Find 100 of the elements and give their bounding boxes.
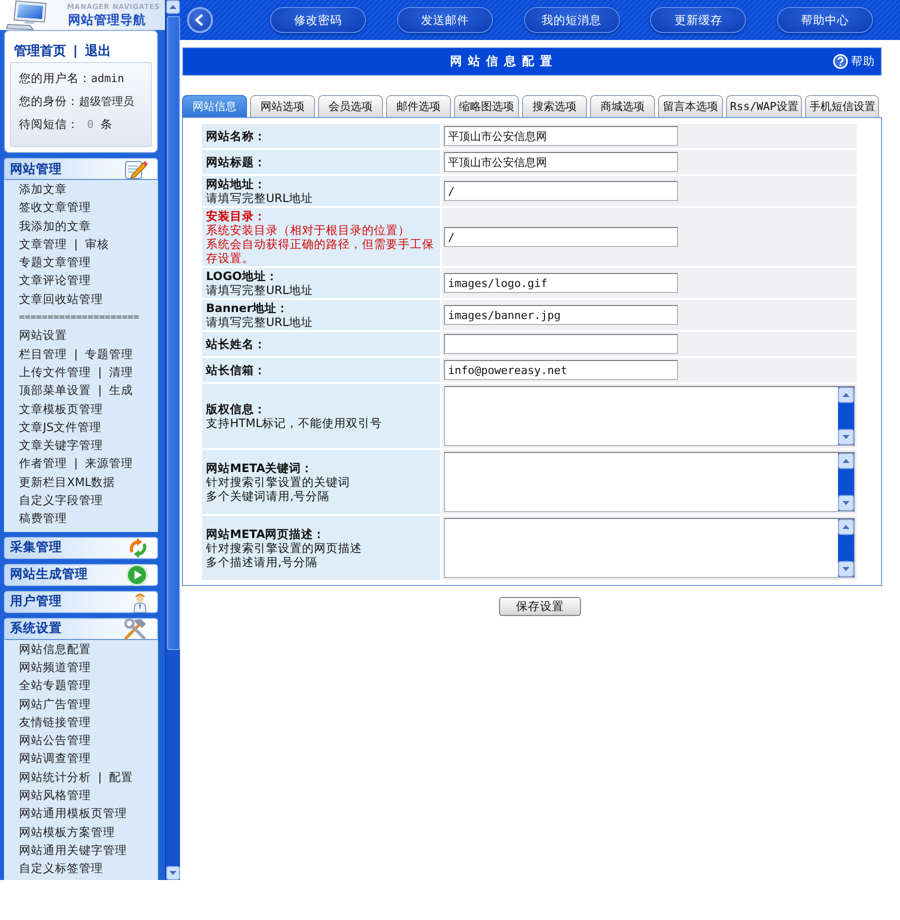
menu-link[interactable]: 网站通用关键字管理 bbox=[19, 840, 127, 860]
menu-link[interactable]: 我添加的文章 bbox=[19, 216, 91, 235]
scrollbar[interactable] bbox=[838, 387, 854, 445]
tab[interactable]: Rss/WAP设置 bbox=[726, 95, 802, 117]
info-label: 待阅短信： bbox=[19, 117, 79, 132]
text-input[interactable]: / bbox=[444, 227, 678, 247]
account-link[interactable]: 管理首页 bbox=[14, 42, 66, 60]
menu-link[interactable]: 文章回收站管理 bbox=[19, 290, 103, 308]
info-unit: 条 bbox=[100, 117, 113, 132]
menu-link[interactable]: 上传文件管理 bbox=[19, 362, 91, 382]
menu-link[interactable]: 友情链接管理 bbox=[19, 712, 91, 732]
scrollbar[interactable] bbox=[838, 519, 854, 577]
page-title: 网站信息配置 bbox=[450, 54, 558, 68]
menu-link[interactable]: 来源管理 bbox=[84, 454, 133, 473]
tab[interactable]: 网站信息 bbox=[182, 95, 247, 117]
tab[interactable]: 商城选项 bbox=[590, 95, 655, 117]
menu-link[interactable]: 顶部菜单设置 bbox=[19, 381, 91, 400]
link-separator: | bbox=[98, 382, 102, 400]
menu-link[interactable]: 专题管理 bbox=[84, 344, 133, 363]
toolbar-button[interactable]: 我的短消息 bbox=[524, 7, 620, 33]
info-label: 您的用户名： bbox=[19, 71, 91, 86]
menu-link[interactable]: 作者管理 bbox=[19, 454, 67, 473]
field-hint: 支持HTML标记，不能使用双引号 bbox=[206, 416, 384, 430]
field-hint: 系统会自动获得正确的路径，但需要手工保存设置。 bbox=[206, 237, 435, 265]
tab[interactable]: 邮件选项 bbox=[386, 95, 451, 117]
link-separator: | bbox=[74, 346, 78, 363]
field-label: 站长姓名： bbox=[206, 337, 267, 351]
person-icon bbox=[132, 590, 148, 613]
menu-link[interactable]: 网站信息配置 bbox=[19, 640, 91, 658]
scrollbar[interactable] bbox=[165, 0, 180, 880]
menu-link[interactable]: 网站设置 bbox=[19, 326, 67, 345]
menu-link[interactable]: 更新栏目XML数据 bbox=[19, 472, 116, 492]
section-header[interactable]: 网站管理 bbox=[4, 158, 158, 180]
menu-link[interactable]: 网站模板方案管理 bbox=[19, 822, 115, 841]
help-link[interactable]: 帮助 bbox=[825, 54, 881, 69]
header-title: 网站管理导航 bbox=[68, 12, 146, 28]
toolbar-button[interactable]: 修改密码 bbox=[270, 7, 366, 33]
text-input[interactable]: images/logo.gif bbox=[444, 273, 678, 293]
text-input[interactable]: images/banner.jpg bbox=[444, 305, 678, 325]
paper-pencil-icon bbox=[124, 158, 148, 180]
menu-link[interactable]: 网站公告管理 bbox=[19, 731, 91, 750]
scrollbar[interactable] bbox=[838, 453, 854, 511]
menu-link[interactable]: 文章模板页管理 bbox=[19, 400, 103, 418]
menu-link[interactable]: 网站广告管理 bbox=[19, 694, 91, 713]
menu-link[interactable]: 文章JS文件管理 bbox=[19, 418, 102, 436]
menu-link[interactable]: 全站专题管理 bbox=[19, 676, 91, 695]
info-value: 0 bbox=[87, 118, 94, 131]
menu-link[interactable]: 网站统计分析 bbox=[19, 768, 91, 786]
text-input[interactable]: 平顶山市公安信息网 bbox=[444, 126, 678, 146]
text-input[interactable]: info@powereasy.net bbox=[444, 360, 678, 380]
tools-icon bbox=[122, 618, 148, 640]
menu-link[interactable]: 网站通用模板页管理 bbox=[19, 804, 127, 823]
account-link[interactable]: 退出 bbox=[84, 42, 111, 60]
menu-link[interactable]: 专题文章管理 bbox=[19, 253, 91, 272]
tab[interactable]: 留言本选项 bbox=[658, 95, 723, 117]
toolbar-button[interactable]: 更新缓存 bbox=[650, 7, 746, 33]
menu-link[interactable]: 审核 bbox=[84, 234, 109, 254]
tab[interactable]: 会员选项 bbox=[318, 95, 383, 117]
toolbar-button[interactable]: 帮助中心 bbox=[777, 7, 873, 33]
field-label: 网站META网页描述： bbox=[206, 527, 326, 541]
field-hint: 多个关键词请用,号分隔 bbox=[206, 489, 331, 503]
tab[interactable]: 手机短信设置 bbox=[805, 95, 880, 117]
back-button[interactable] bbox=[187, 7, 213, 33]
menu-link[interactable]: 栏目管理 bbox=[19, 344, 67, 363]
field-hint: 多个描述请用,号分隔 bbox=[206, 555, 319, 569]
menu-link[interactable]: 网站频道管理 bbox=[19, 658, 91, 676]
tab[interactable]: 网站选项 bbox=[250, 95, 315, 117]
menu-link[interactable]: 生成 bbox=[108, 381, 133, 400]
menu-link[interactable]: 自定义标签管理 bbox=[19, 859, 103, 878]
tab[interactable]: 缩略图选项 bbox=[454, 95, 519, 117]
menu-link[interactable]: 文章评论管理 bbox=[19, 271, 91, 290]
menu-link[interactable]: 网站风格管理 bbox=[19, 786, 91, 804]
field-label: 安装目录： bbox=[206, 209, 267, 223]
menu-link[interactable]: 清理 bbox=[108, 362, 133, 382]
section-header[interactable]: 系统设置 bbox=[4, 618, 158, 640]
link-separator: | bbox=[74, 455, 78, 472]
field-label: 版权信息： bbox=[206, 402, 267, 416]
text-input[interactable] bbox=[444, 334, 678, 354]
section-header[interactable]: 采集管理 bbox=[4, 536, 158, 559]
text-input[interactable]: 平顶山市公安信息网 bbox=[444, 152, 678, 172]
menu-link[interactable]: 配置 bbox=[108, 768, 133, 786]
section-header[interactable]: 用户管理 bbox=[4, 590, 158, 613]
toolbar-button[interactable]: 发送邮件 bbox=[396, 7, 493, 33]
field-hint: 请填写完整URL地址 bbox=[206, 191, 314, 205]
menu-link[interactable]: 文章管理 bbox=[19, 234, 67, 254]
scroll-thumb[interactable] bbox=[166, 16, 180, 650]
section-header[interactable]: 网站生成管理 bbox=[4, 564, 158, 586]
field-hint: 针对搜索引擎设置的关键词 bbox=[206, 475, 351, 489]
save-button[interactable]: 保存设置 bbox=[499, 597, 581, 616]
link-separator: | bbox=[74, 236, 78, 253]
menu-link[interactable]: 稿费管理 bbox=[19, 509, 67, 528]
menu-link[interactable]: 自定义字段管理 bbox=[19, 491, 103, 510]
menu-link[interactable]: 文章关键字管理 bbox=[19, 436, 103, 454]
text-input[interactable]: / bbox=[444, 181, 678, 201]
field-hint: 请填写完整URL地址 bbox=[206, 315, 314, 329]
tab[interactable]: 搜索选项 bbox=[522, 95, 587, 117]
menu-link[interactable]: 添加文章 bbox=[19, 180, 67, 198]
menu-link[interactable]: 网站调查管理 bbox=[19, 749, 91, 768]
field-label: 网站名称： bbox=[206, 129, 267, 143]
menu-link[interactable]: 签收文章管理 bbox=[19, 198, 91, 217]
